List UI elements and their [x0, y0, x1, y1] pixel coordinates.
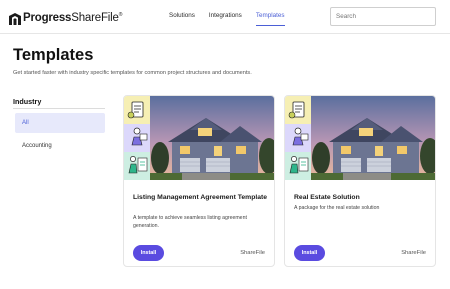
- template-card-title: Real Estate Solution: [294, 194, 360, 201]
- logo-product: ShareFile: [71, 12, 119, 24]
- template-card-description: A package for the real estate solution: [294, 205, 380, 211]
- template-card-brand: ShareFile: [401, 250, 426, 256]
- template-card-image: [124, 96, 274, 180]
- filter-item-all[interactable]: All: [15, 113, 105, 133]
- install-button[interactable]: Install: [133, 245, 164, 261]
- progress-logo-icon: [9, 12, 21, 25]
- page-title: Templates: [13, 46, 94, 64]
- search-input[interactable]: [330, 7, 436, 26]
- filter-item-accounting[interactable]: Accounting: [15, 136, 105, 156]
- template-card[interactable]: Real Estate Solution A package for the r…: [284, 95, 436, 267]
- industry-filter-heading: Industry: [13, 97, 42, 106]
- template-card-brand: ShareFile: [240, 250, 265, 256]
- template-card-image: [285, 96, 435, 180]
- template-card-title: Listing Management Agreement Template: [133, 194, 268, 201]
- nav-solutions[interactable]: Solutions: [169, 12, 195, 19]
- template-card[interactable]: Listing Management Agreement Template A …: [123, 95, 275, 267]
- top-nav-bar: ProgressShareFile® Solutions Integration…: [0, 0, 450, 34]
- logo-tm: ®: [118, 12, 123, 19]
- main-nav: Solutions Integrations Templates: [169, 12, 299, 26]
- logo-brand: Progress: [23, 12, 72, 24]
- filter-divider: [13, 108, 105, 109]
- logo-text: ProgressShareFile®: [23, 12, 122, 24]
- template-card-description: A template to achieve seamless listing a…: [133, 215, 247, 229]
- page-subtitle: Get started faster with industry specifi…: [13, 70, 252, 76]
- progress-sharefile-logo[interactable]: ProgressShareFile®: [9, 11, 122, 25]
- install-button[interactable]: Install: [294, 245, 325, 261]
- nav-integrations[interactable]: Integrations: [209, 12, 242, 19]
- nav-templates[interactable]: Templates: [255, 12, 285, 26]
